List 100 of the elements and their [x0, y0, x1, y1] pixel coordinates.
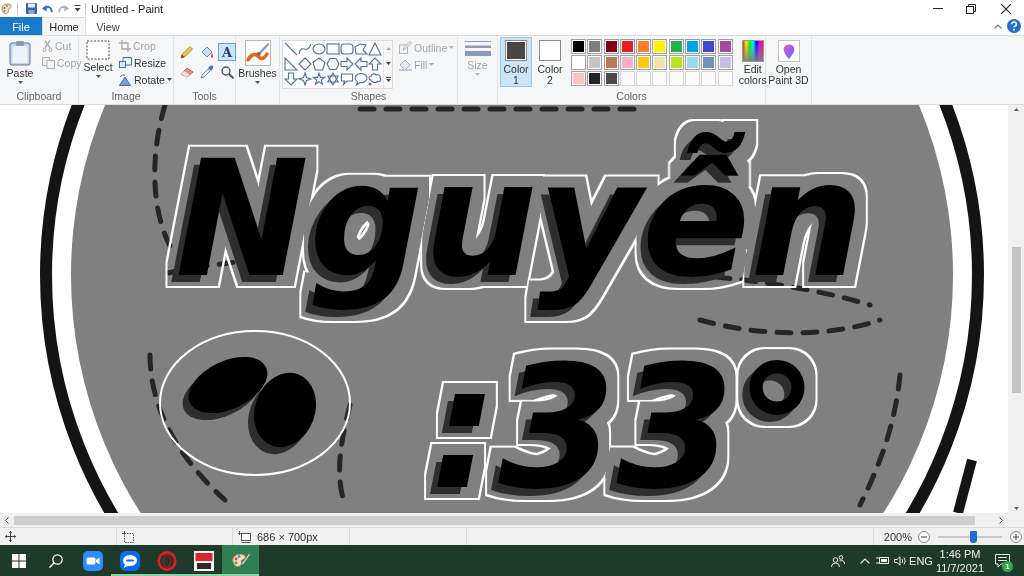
caret-icon — [17, 81, 23, 84]
vertical-scroll-thumb[interactable] — [1011, 247, 1021, 393]
caret-icon — [475, 73, 480, 76]
palette-color-swatch[interactable] — [636, 39, 652, 54]
palette-color-swatch[interactable] — [701, 55, 717, 70]
open-paint-3d-button[interactable]: Open Paint 3D — [766, 37, 811, 87]
ribbon-tab[interactable]: View — [86, 17, 130, 35]
palette-color-swatch[interactable] — [652, 39, 668, 54]
crop-icon — [119, 39, 131, 52]
palette-color-swatch[interactable] — [668, 39, 684, 54]
palette-color-swatch[interactable] — [619, 55, 635, 70]
magnifier-tool-button[interactable] — [218, 63, 236, 81]
palette-color-swatch[interactable] — [619, 39, 635, 54]
diamond-shape-icon[interactable] — [298, 57, 312, 71]
oval-callout-shape-icon[interactable] — [354, 72, 368, 86]
windows-logo-icon — [11, 553, 26, 568]
color-slot-button[interactable]: Color 2 — [534, 37, 566, 87]
right-arrow-shape-icon[interactable] — [340, 57, 354, 71]
hexagon-shape-icon[interactable] — [326, 57, 340, 71]
palette-color-swatch[interactable] — [685, 55, 701, 70]
line-shape-icon[interactable] — [284, 42, 298, 56]
scissors-icon — [42, 39, 53, 52]
palette-color-swatch[interactable] — [571, 39, 586, 54]
palette-color-swatch[interactable] — [717, 55, 733, 70]
taskbar-clock[interactable]: 1:46 PM 11/7/2021 — [934, 545, 986, 576]
group-label: Tools — [192, 90, 217, 104]
scroll-left-icon[interactable] — [5, 516, 9, 524]
caret-up-icon — [860, 557, 870, 564]
vertical-scrollbar[interactable] — [1008, 105, 1024, 513]
palette-color-swatch[interactable] — [701, 39, 717, 54]
zoom-in-icon[interactable] — [1010, 530, 1022, 543]
paint-bucket-icon — [200, 45, 214, 59]
scroll-down-icon — [1013, 507, 1019, 510]
pencil-tool-button[interactable] — [178, 43, 196, 61]
up-arrow-shape-icon[interactable] — [368, 57, 382, 71]
notification-count: 1 — [1002, 561, 1013, 572]
curve-shape-icon[interactable] — [298, 42, 312, 56]
oval-shape-icon[interactable] — [312, 42, 326, 56]
rectangle-shape-icon[interactable] — [326, 42, 340, 56]
scroll-right-icon[interactable] — [999, 516, 1003, 524]
palette-color-swatch[interactable] — [587, 71, 603, 86]
collapse-ribbon-icon[interactable] — [994, 23, 1002, 29]
resize-button[interactable]: Resize — [117, 54, 174, 71]
left-arrow-shape-icon[interactable] — [354, 57, 368, 71]
selection-rectangle-icon — [86, 40, 110, 60]
outline-icon — [399, 41, 412, 54]
palette-color-swatch[interactable] — [603, 39, 619, 54]
palette-color-swatch[interactable] — [603, 55, 619, 70]
zoom-slider[interactable] — [938, 530, 1002, 543]
paste-button[interactable]: Paste — [2, 37, 38, 87]
palette-color-swatch[interactable] — [668, 55, 684, 70]
pentagon-shape-icon[interactable] — [312, 57, 326, 71]
gallery-scroll-down-icon — [385, 62, 391, 65]
brushes-button[interactable]: Brushes — [236, 37, 279, 87]
down-arrow-shape-icon[interactable] — [284, 72, 298, 86]
file-menu-tab[interactable]: File — [0, 17, 42, 35]
line-width-icon — [464, 40, 491, 58]
horizontal-scroll-thumb[interactable] — [14, 515, 975, 525]
speaker-icon — [893, 555, 906, 566]
magnifier-icon — [220, 65, 234, 79]
input-language-button[interactable]: ENG — [908, 545, 934, 576]
save-icon[interactable] — [26, 3, 37, 14]
rotate-button[interactable]: Rotate — [117, 71, 174, 88]
paint-drop-icon — [777, 40, 800, 62]
zoom-slider-thumb[interactable] — [969, 530, 977, 543]
palette-color-swatch[interactable] — [717, 39, 733, 54]
palette-color-swatch[interactable] — [652, 55, 668, 70]
ribbon-tab[interactable]: Home — [42, 17, 86, 35]
rectangle-callout-shape-icon[interactable] — [340, 72, 354, 86]
palette-color-swatch[interactable] — [636, 55, 652, 70]
brush-icon — [244, 40, 271, 66]
color-picker-tool-button[interactable] — [198, 63, 216, 81]
polygon-shape-icon[interactable] — [354, 42, 368, 56]
right-triangle-shape-icon[interactable] — [284, 57, 298, 71]
palette-color-swatch[interactable] — [571, 55, 586, 70]
help-icon[interactable] — [1007, 19, 1021, 33]
palette-color-swatch[interactable] — [603, 71, 619, 86]
select-button[interactable]: Select — [81, 37, 115, 87]
cloud-callout-shape-icon[interactable] — [368, 72, 382, 86]
group-label: Shapes — [350, 90, 387, 104]
palette-color-swatch[interactable] — [685, 39, 701, 54]
palette-color-swatch[interactable] — [571, 71, 586, 86]
gallery-expand-icon[interactable] — [385, 77, 391, 82]
search-icon — [48, 553, 63, 568]
rounded-rectangle-shape-icon[interactable] — [340, 42, 354, 56]
palette-color-swatch[interactable] — [587, 55, 603, 70]
four-point-star-shape-icon[interactable] — [298, 72, 312, 86]
restore-icon — [965, 3, 976, 14]
text-tool-button[interactable]: A — [218, 43, 236, 61]
triangle-shape-icon[interactable] — [368, 42, 382, 56]
zoom-out-icon[interactable] — [918, 530, 930, 543]
caret-icon — [166, 78, 172, 81]
undo-icon[interactable] — [42, 3, 53, 14]
color-slot-button[interactable]: Color 1 — [500, 37, 532, 87]
customize-dropdown-icon[interactable] — [74, 5, 81, 12]
minimize-icon — [932, 8, 943, 9]
scroll-up-icon — [1013, 108, 1019, 111]
palette-color-swatch[interactable] — [587, 39, 603, 54]
six-point-star-shape-icon[interactable] — [326, 72, 340, 86]
five-point-star-shape-icon[interactable] — [312, 72, 326, 86]
